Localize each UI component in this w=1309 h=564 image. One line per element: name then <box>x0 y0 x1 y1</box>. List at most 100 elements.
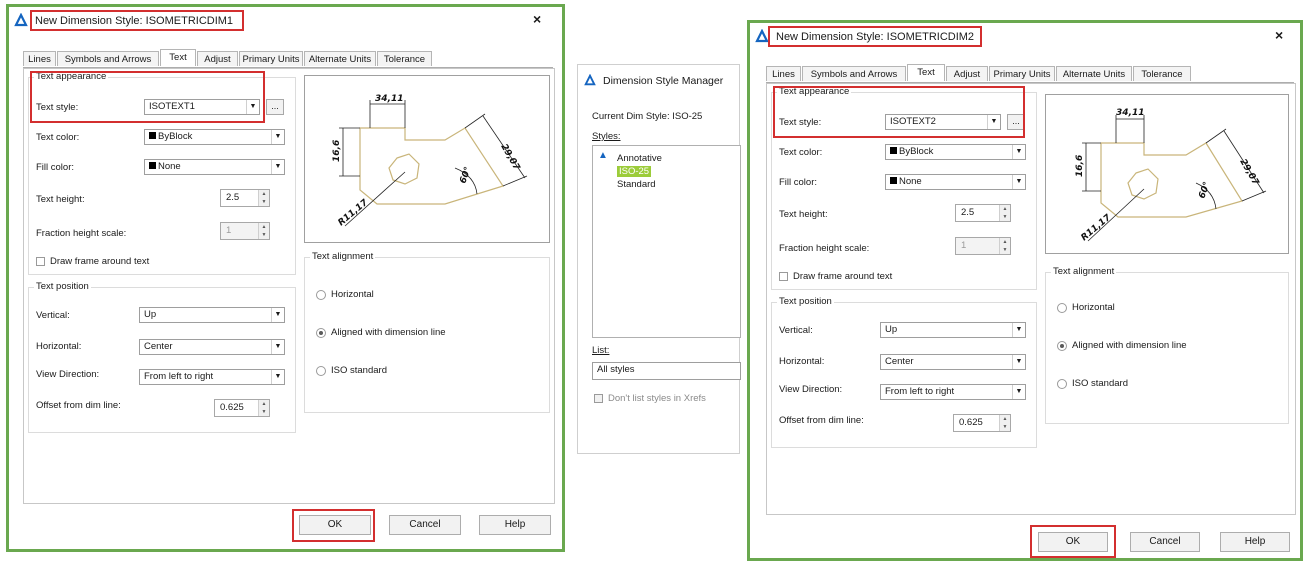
list-filter-select[interactable]: All styles <box>592 362 741 380</box>
view-direction-label: View Direction: <box>779 384 843 395</box>
tab-tolerance[interactable]: Tolerance <box>377 51 432 66</box>
offset-input[interactable]: 0.625 ▲ ▼ <box>214 399 270 417</box>
draw-frame-checkbox[interactable] <box>779 272 788 281</box>
horizontal-label: Horizontal: <box>36 341 82 352</box>
fraction-height-input: 1 ▲ ▼ <box>955 237 1011 255</box>
draw-frame-label: Draw frame around text <box>793 271 893 282</box>
tab-primary-units[interactable]: Primary Units <box>989 66 1055 81</box>
tab-panel: Text appearance Text style: ISOTEXT2 ▼ .… <box>766 83 1296 515</box>
tab-tolerance[interactable]: Tolerance <box>1133 66 1191 81</box>
text-position-label: Text position <box>34 281 91 292</box>
dim-label-slant: 29,07 <box>1237 158 1260 188</box>
app-icon <box>584 74 596 86</box>
text-color-select[interactable]: ByBlock ▼ <box>885 144 1026 160</box>
color-swatch <box>149 132 156 139</box>
vertical-select[interactable]: Up ▼ <box>880 322 1026 338</box>
dim-label-radius: R11,17 <box>337 197 371 228</box>
radio-horizontal[interactable] <box>1057 303 1067 313</box>
dim-label-angle: 60° <box>458 166 473 185</box>
tab-primary-units[interactable]: Primary Units <box>239 51 303 66</box>
text-style-browse-button[interactable]: ... <box>266 99 284 115</box>
fill-color-select[interactable]: None ▼ <box>885 174 1026 190</box>
view-direction-select[interactable]: From left to right ▼ <box>880 384 1026 400</box>
tab-lines[interactable]: Lines <box>23 51 56 66</box>
spinner-arrows-icon: ▲ ▼ <box>258 223 269 239</box>
tab-strip: Lines Symbols and Arrows Text Adjust Pri… <box>766 64 1294 83</box>
text-height-label: Text height: <box>36 194 85 205</box>
help-button[interactable]: Help <box>479 515 551 535</box>
radio-iso-label: ISO standard <box>1072 378 1128 389</box>
radio-horizontal-label: Horizontal <box>331 289 374 300</box>
help-button[interactable]: Help <box>1220 532 1290 552</box>
text-alignment-label: Text alignment <box>310 251 376 262</box>
text-height-input[interactable]: 2.5 ▲ ▼ <box>220 189 270 207</box>
dimension-style-manager: Dimension Style Manager Current Dim Styl… <box>577 64 741 454</box>
styles-label: Styles: <box>592 131 621 142</box>
spinner-arrows-icon[interactable]: ▲ ▼ <box>258 400 269 416</box>
style-item-standard[interactable]: Standard <box>617 179 656 190</box>
view-direction-select[interactable]: From left to right ▼ <box>139 369 285 385</box>
chevron-down-icon: ▼ <box>1012 385 1025 399</box>
vertical-select[interactable]: Up ▼ <box>139 307 285 323</box>
chevron-down-icon: ▼ <box>1012 355 1025 369</box>
new-dimension-style-dialog-1: New Dimension Style: ISOMETRICDIM1 × Lin… <box>6 4 565 552</box>
chevron-down-icon: ▼ <box>1012 323 1025 337</box>
tab-text[interactable]: Text <box>907 64 945 81</box>
tab-text[interactable]: Text <box>160 49 196 66</box>
text-height-input[interactable]: 2.5 ▲ ▼ <box>955 204 1011 222</box>
preview-pane: 34,11 16,6 29,07 60° R11,17 <box>304 75 550 243</box>
spinner-arrows-icon[interactable]: ▲ ▼ <box>258 190 269 206</box>
offset-input[interactable]: 0.625 ▲ ▼ <box>953 414 1011 432</box>
close-button[interactable]: × <box>1275 27 1283 43</box>
radio-aligned-label: Aligned with dimension line <box>1072 340 1187 351</box>
dim-label-top: 34,11 <box>375 94 403 104</box>
dim-label-left: 16,6 <box>332 140 342 162</box>
tab-symbols-and-arrows[interactable]: Symbols and Arrows <box>57 51 159 66</box>
spinner-arrows-icon[interactable]: ▲ ▼ <box>999 205 1010 221</box>
chevron-down-icon: ▼ <box>271 160 284 174</box>
radio-aligned[interactable] <box>316 328 326 338</box>
chevron-down-icon: ▼ <box>271 130 284 144</box>
dim-label-top: 34,11 <box>1116 108 1144 118</box>
fill-color-select[interactable]: None ▼ <box>144 159 285 175</box>
title-highlight <box>30 10 244 31</box>
tab-panel: Text appearance Text style: ISOTEXT1 ▼ .… <box>23 68 555 504</box>
close-button[interactable]: × <box>533 11 541 27</box>
cancel-button[interactable]: Cancel <box>1130 532 1200 552</box>
radio-iso-standard[interactable] <box>316 366 326 376</box>
horizontal-select[interactable]: Center ▼ <box>880 354 1026 370</box>
dim-label-slant: 29,07 <box>498 143 521 173</box>
title-highlight <box>768 26 982 47</box>
dimension-preview-drawing: 34,11 16,6 29,07 60° R11,17 <box>1075 108 1267 243</box>
horizontal-select[interactable]: Center ▼ <box>139 339 285 355</box>
text-color-select[interactable]: ByBlock ▼ <box>144 129 285 145</box>
tab-adjust[interactable]: Adjust <box>197 51 238 66</box>
app-icon <box>755 29 769 43</box>
radio-horizontal[interactable] <box>316 290 326 300</box>
xrefs-checkbox[interactable] <box>594 394 603 403</box>
tab-symbols-and-arrows[interactable]: Symbols and Arrows <box>802 66 906 81</box>
fraction-height-input: 1 ▲ ▼ <box>220 222 270 240</box>
tab-adjust[interactable]: Adjust <box>946 66 988 81</box>
color-swatch <box>890 177 897 184</box>
style-item-annotative[interactable]: Annotative <box>617 153 662 164</box>
radio-iso-standard[interactable] <box>1057 379 1067 389</box>
tab-lines[interactable]: Lines <box>766 66 801 81</box>
preview-pane: 34,11 16,6 29,07 60° R11,17 <box>1045 94 1289 254</box>
text-position-label: Text position <box>777 296 834 307</box>
chevron-down-icon: ▼ <box>1012 145 1025 159</box>
dim-label-radius: R11,17 <box>1080 212 1114 243</box>
tab-alternate-units[interactable]: Alternate Units <box>1056 66 1132 81</box>
style-item-iso25[interactable]: ISO-25 <box>617 166 652 177</box>
chevron-down-icon: ▼ <box>1012 175 1025 189</box>
tab-alternate-units[interactable]: Alternate Units <box>304 51 376 66</box>
styles-list[interactable]: ▲ Annotative ISO-25 Standard <box>592 145 741 338</box>
spinner-arrows-icon[interactable]: ▲ ▼ <box>999 415 1010 431</box>
current-dim-style: Current Dim Style: ISO-25 <box>592 111 703 122</box>
draw-frame-checkbox[interactable] <box>36 257 45 266</box>
radio-aligned[interactable] <box>1057 341 1067 351</box>
radio-iso-label: ISO standard <box>331 365 387 376</box>
chevron-down-icon: ▼ <box>271 370 284 384</box>
draw-frame-label: Draw frame around text <box>50 256 150 267</box>
cancel-button[interactable]: Cancel <box>389 515 461 535</box>
